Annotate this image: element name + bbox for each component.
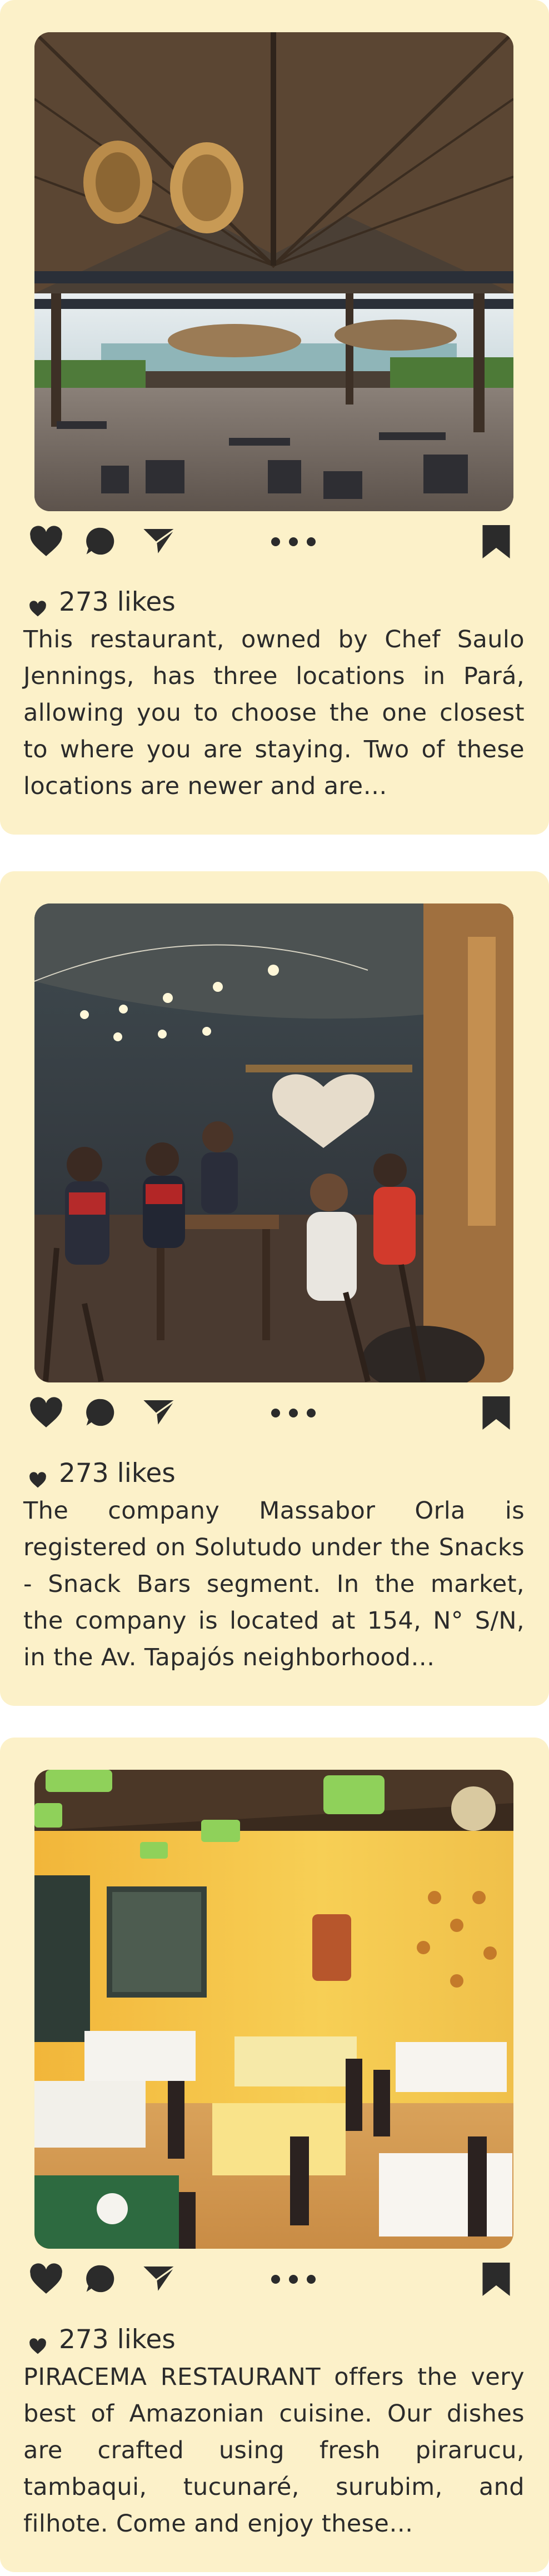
more-dots-icon[interactable] xyxy=(269,1396,319,1430)
post-photo[interactable] xyxy=(34,1770,513,2249)
bookmark-icon[interactable] xyxy=(480,525,513,558)
post-card: 273 likes PIRACEMA RESTAURANT offers the… xyxy=(0,1738,549,2572)
comment-bubble-icon[interactable] xyxy=(84,2263,118,2296)
heart-icon xyxy=(29,2331,47,2354)
more-dots-icon[interactable] xyxy=(269,525,319,558)
likes-label: likes xyxy=(117,2324,176,2355)
likes-count[interactable]: 273 likes xyxy=(29,1454,176,1492)
bookmark-icon[interactable] xyxy=(480,1396,513,1430)
likes-count[interactable]: 273 likes xyxy=(29,582,176,621)
heart-icon xyxy=(29,593,47,617)
post-card: 273 likes This restaurant, owned by Chef… xyxy=(0,0,549,835)
likes-number: 273 xyxy=(59,1457,109,1489)
likes-label: likes xyxy=(117,1457,176,1489)
heart-icon xyxy=(29,1465,47,1488)
post-actions xyxy=(29,525,520,558)
heart-icon[interactable] xyxy=(29,525,64,558)
send-arrow-icon[interactable] xyxy=(140,525,179,558)
more-dots-icon[interactable] xyxy=(269,2263,319,2296)
send-arrow-icon[interactable] xyxy=(140,1396,179,1430)
heart-icon[interactable] xyxy=(29,2263,64,2296)
likes-count[interactable]: 273 likes xyxy=(29,2320,176,2359)
comment-bubble-icon[interactable] xyxy=(84,1396,118,1430)
post-photo[interactable] xyxy=(34,32,513,511)
likes-label: likes xyxy=(117,586,176,617)
post-caption: The company Massabor Orla is registered … xyxy=(23,1497,525,1671)
likes-number: 273 xyxy=(59,586,109,617)
heart-icon[interactable] xyxy=(29,1396,64,1430)
post-actions xyxy=(29,1396,520,1430)
comment-bubble-icon[interactable] xyxy=(84,525,118,558)
bookmark-icon[interactable] xyxy=(480,2263,513,2296)
send-arrow-icon[interactable] xyxy=(140,2263,179,2296)
likes-number: 273 xyxy=(59,2324,109,2355)
post-card: 273 likes The company Massabor Orla is r… xyxy=(0,871,549,1706)
post-actions xyxy=(29,2263,520,2296)
post-caption: This restaurant, owned by Chef Saulo Jen… xyxy=(23,626,525,800)
post-caption: PIRACEMA RESTAURANT offers the very best… xyxy=(23,2363,525,2538)
post-photo[interactable] xyxy=(34,903,513,1382)
